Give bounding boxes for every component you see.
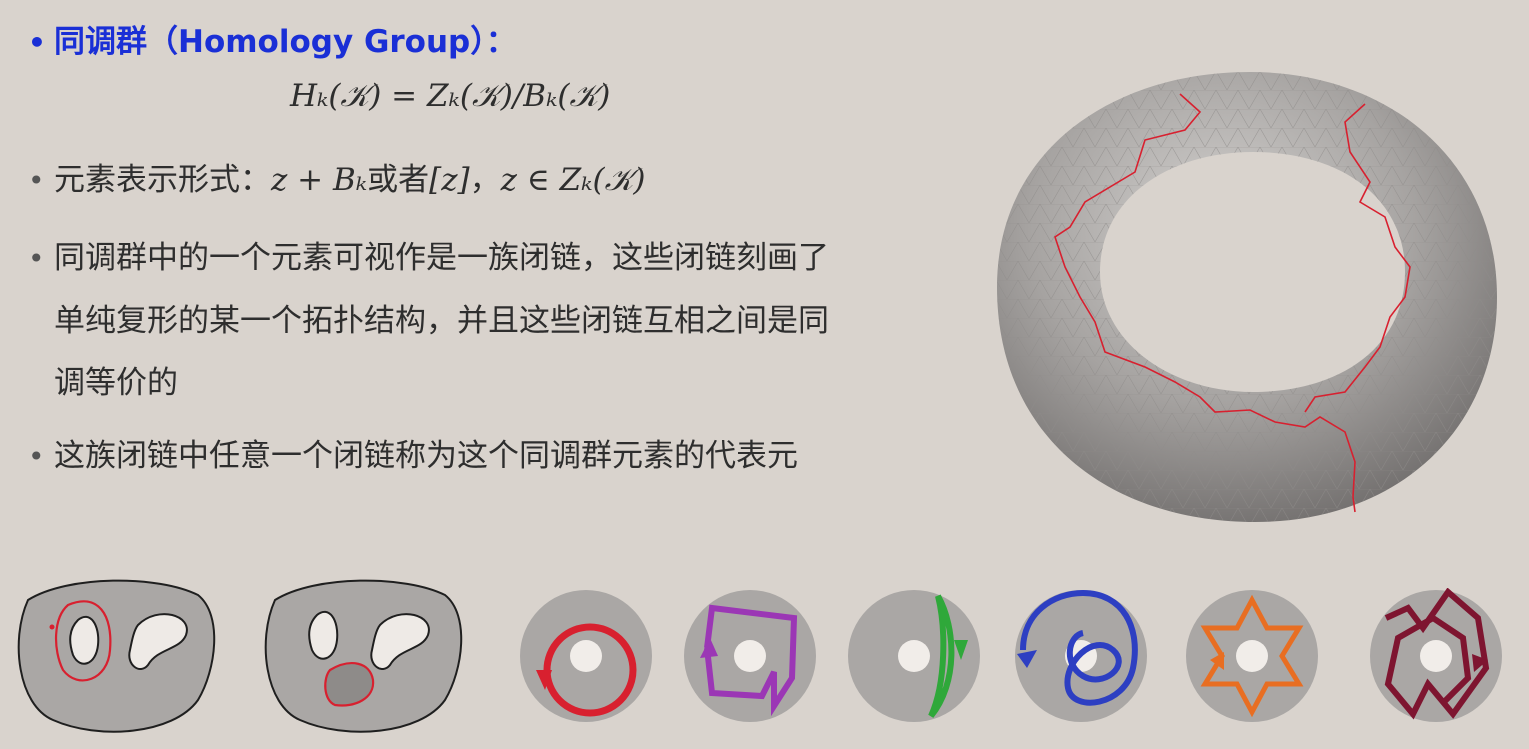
bullet-cycle-family: • 同调群中的一个元素可视作是一族闭链，这些闭链刻画了 单纯复形的某一个拓扑结构，… [28,227,829,414]
blob-surface [264,579,463,733]
annulus-blue-loop [1015,589,1147,722]
title-bullet: • [28,26,46,59]
annulus-hole [1236,640,1268,672]
bullet-text-sep: ， [469,162,501,198]
annulus-hole [734,640,766,672]
bullet-line-1-text: 同调群中的一个元素可视作是一族闭链，这些闭链刻画了 [54,240,829,276]
slide-title: • 同调群（Homology Group）： [28,12,517,73]
blob-with-boundary-cycle [264,579,463,733]
bullet-representative-text: 这族闭链中任意一个闭链称为这个同调群元素的代表元 [54,438,798,474]
title-text: 同调群（Homology Group）： [54,24,517,60]
torus-mesh [997,72,1497,522]
homology-formula: Hₖ(𝒦) = Zₖ(𝒦)/Bₖ(𝒦) [290,78,611,114]
blob-hole-left [308,610,339,660]
bullet-marker: • [28,440,45,473]
annulus-green-lens [848,590,980,722]
annulus-hole [570,640,602,672]
bullet-element-form: • 元素表示形式：z + Bₖ或者[z]，z ∈ Zₖ(𝒦) [28,150,645,211]
bullet-marker: • [28,164,45,197]
annulus-hole [898,640,930,672]
bullet-text-prefix: 元素表示形式： [54,162,271,198]
annulus-red-circle [520,590,652,722]
torus-figure [997,72,1497,522]
bullet-line-2: 单纯复形的某一个拓扑结构，并且这些闭链互相之间是同 [54,303,829,339]
blob-surface [17,579,216,733]
bullet-line-3: 调等价的 [54,365,178,401]
bullet-text-mid: 或者 [367,162,430,198]
bullet-marker: • [28,242,45,275]
annulus-purple-zigzag [684,590,816,722]
blob-with-cycle-around-hole [17,579,216,733]
math-membership: z ∈ Zₖ(𝒦) [500,162,646,198]
annulus-maroon-polygon [1370,588,1502,722]
math-coset: z + Bₖ [271,162,368,198]
annulus-hole [1420,640,1452,672]
bullet-representative: • 这族闭链中任意一个闭链称为这个同调群元素的代表元 [28,426,798,487]
cycle-marker [49,624,55,630]
annulus-orange-star [1186,590,1318,722]
blob-hole-left [69,615,100,665]
math-class: [z] [429,162,470,198]
bullet-line-1: • 同调群中的一个元素可视作是一族闭链，这些闭链刻画了 [28,227,829,290]
